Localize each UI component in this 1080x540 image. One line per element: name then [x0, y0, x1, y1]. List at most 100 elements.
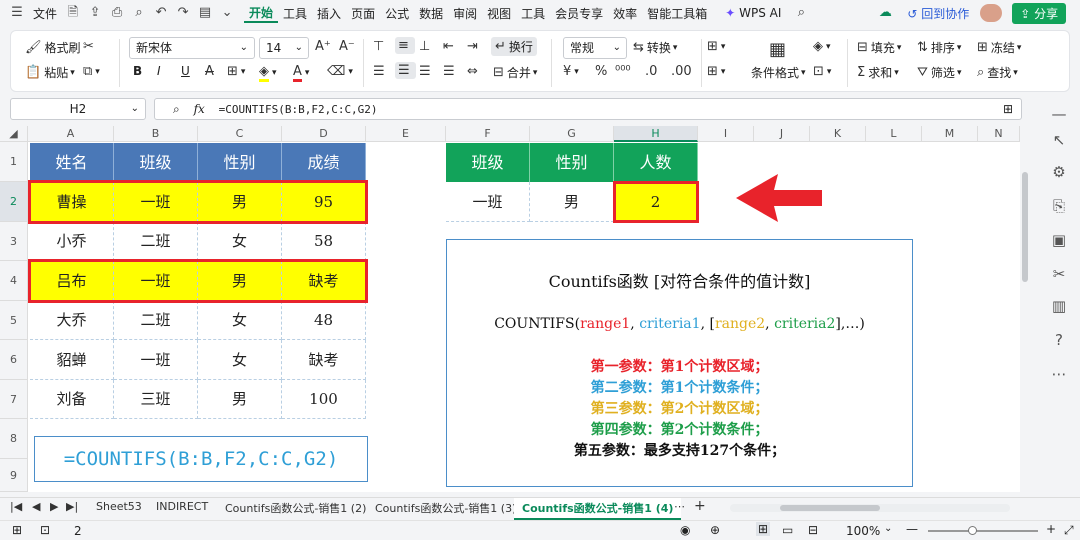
minus-icon[interactable]: — — [1050, 105, 1068, 123]
more-sheets-icon[interactable]: ⋯ — [674, 500, 685, 513]
decimal-decrease-button[interactable]: .00 — [671, 64, 695, 79]
column-header[interactable]: E — [366, 126, 446, 142]
table-cell[interactable]: 刘备 — [30, 380, 114, 419]
menu-icon[interactable]: ☰ — [8, 4, 26, 22]
border-button[interactable]: ⊞ ▾ — [227, 64, 245, 79]
merge-button[interactable]: ⊟ 合并 ▾ — [493, 64, 537, 81]
scrollbar-thumb[interactable] — [1022, 172, 1028, 282]
last-sheet-icon[interactable]: ▶| — [66, 500, 78, 513]
select-all-corner[interactable]: ◢ — [0, 126, 28, 142]
sheet-tab[interactable]: INDIRECT — [156, 500, 208, 513]
zoom-slider[interactable] — [928, 526, 1038, 535]
tab-view[interactable]: 视图 — [482, 5, 516, 22]
font-color-button[interactable]: A ▾ — [293, 64, 309, 82]
column-header[interactable]: K — [810, 126, 866, 142]
row-header[interactable]: 7 — [0, 380, 28, 419]
column-header[interactable]: J — [754, 126, 810, 142]
paste-button[interactable]: 📋 粘贴 ▾ — [25, 64, 75, 81]
tools-icon[interactable]: ✂ — [1050, 265, 1068, 283]
zoom-out-icon[interactable]: — — [906, 522, 918, 536]
column-header[interactable]: N — [978, 126, 1020, 142]
column-header[interactable]: L — [866, 126, 922, 142]
image-icon[interactable]: ▣ — [1050, 231, 1068, 249]
menu-file[interactable]: 文件 — [28, 5, 62, 22]
more-icon[interactable]: ⋯ — [1050, 365, 1068, 383]
cursor-icon[interactable]: ↖ — [1050, 131, 1068, 149]
settings-sliders-icon[interactable]: ⚙ — [1050, 163, 1068, 181]
currency-button[interactable]: ¥ ▾ — [563, 64, 579, 79]
dropdown-icon[interactable]: ⌄ — [218, 4, 236, 22]
align-left-button[interactable]: ☰ — [373, 64, 388, 79]
cond-format-icon-button[interactable]: ▦ — [769, 39, 789, 60]
percent-button[interactable]: % — [595, 64, 610, 79]
table-cell[interactable]: 100 — [282, 380, 366, 419]
thousands-button[interactable]: ⁰⁰⁰ — [615, 64, 634, 79]
tab-review[interactable]: 审阅 — [448, 5, 482, 22]
row-header[interactable]: 3 — [0, 222, 28, 261]
strikethrough-button[interactable]: A — [205, 64, 217, 79]
cloud-icon[interactable]: ☁ — [876, 4, 894, 22]
decimal-increase-button[interactable]: .0 — [645, 64, 660, 79]
row-header-selected[interactable]: 2 — [0, 182, 28, 222]
criteria-header-class[interactable]: 班级 — [446, 143, 530, 182]
increase-font-button[interactable]: A⁺ — [315, 39, 334, 54]
table-cell[interactable]: 一班 — [114, 340, 198, 380]
tab-insert[interactable]: 插入 — [312, 5, 346, 22]
next-sheet-icon[interactable]: ▶ — [50, 500, 58, 513]
paint-bucket-button[interactable]: ◈ ▾ — [813, 39, 831, 54]
align-bottom-button[interactable]: ⊥ — [419, 39, 433, 54]
sort-button[interactable]: ⇅ 排序 ▾ — [917, 39, 961, 56]
wps-ai-button[interactable]: ✦ WPS AI — [720, 6, 786, 20]
criteria-cell-gender[interactable]: 男 — [530, 182, 614, 222]
tab-tools[interactable]: 工具 — [278, 5, 312, 22]
fx-icon[interactable]: fx — [194, 102, 205, 116]
back-collab-button[interactable]: ↺ 回到协作 — [902, 5, 974, 22]
sheet-tab[interactable]: Sheet53 — [96, 500, 142, 513]
view-break-icon[interactable]: ⊟ — [808, 523, 818, 537]
tab-formula[interactable]: 公式 — [380, 5, 414, 22]
criteria-header-count[interactable]: 人数 — [614, 143, 698, 182]
page-icon[interactable]: ⎘ — [1050, 197, 1068, 215]
table-cell[interactable]: 小乔 — [30, 222, 114, 261]
column-header[interactable]: I — [698, 126, 754, 142]
column-header[interactable]: M — [922, 126, 978, 142]
decrease-font-button[interactable]: A⁻ — [339, 39, 358, 54]
table-header-class[interactable]: 班级 — [114, 143, 198, 182]
row-header[interactable]: 5 — [0, 301, 28, 340]
formula-input[interactable]: ⌕ fx =COUNTIFS(B:B,F2,C:C,G2) ⊞ — [154, 98, 1022, 120]
copy-button[interactable]: ⧉ ▾ — [83, 64, 100, 79]
font-name-select[interactable]: 新宋体 ⌄ — [129, 37, 255, 59]
row-header[interactable]: 8 — [0, 419, 28, 459]
book-icon[interactable]: ▥ — [1050, 297, 1068, 315]
criteria-header-gender[interactable]: 性别 — [530, 143, 614, 182]
column-header[interactable]: G — [530, 126, 614, 142]
table-header-gender[interactable]: 性别 — [198, 143, 282, 182]
tab-page[interactable]: 页面 — [346, 5, 380, 22]
italic-button[interactable]: I — [157, 64, 161, 78]
zoom-in-icon[interactable]: + — [1046, 522, 1056, 536]
row-header[interactable]: 9 — [0, 459, 28, 492]
align-middle-button[interactable]: ≡ — [395, 37, 415, 54]
table-style-button[interactable]: ⊞ ▾ — [707, 39, 725, 54]
distribute-button[interactable]: ⇔ — [467, 64, 481, 79]
view-page-icon[interactable]: ▭ — [782, 523, 793, 537]
freeze-button[interactable]: ⊞ 冻结 ▾ — [977, 39, 1021, 56]
font-size-select[interactable]: 14 ⌄ — [259, 37, 309, 59]
prev-sheet-icon[interactable]: ◀ — [32, 500, 40, 513]
fill-color-button[interactable]: ◈ ▾ — [259, 64, 277, 82]
scrollbar-thumb[interactable] — [780, 505, 880, 511]
cut-button[interactable]: ✂ — [83, 39, 97, 54]
print-icon[interactable]: ⎙ — [108, 4, 126, 22]
sum-button[interactable]: Σ 求和 ▾ — [857, 64, 899, 81]
zoom-slider-handle[interactable] — [968, 526, 977, 535]
help-icon[interactable]: ? — [1050, 331, 1068, 349]
wrap-button[interactable]: ↵ 换行 — [491, 37, 537, 56]
spreadsheet-grid[interactable]: ◢ A B C D E F G H I J K L M N 1 2 3 4 5 … — [0, 126, 1030, 492]
find-button[interactable]: ⌕ 查找 ▾ — [977, 64, 1018, 81]
clear-button[interactable]: ⌫ ▾ — [327, 64, 353, 79]
tab-member[interactable]: 会员专享 — [550, 5, 608, 22]
vertical-scrollbar[interactable] — [1020, 142, 1030, 492]
cond-format-button[interactable]: 条件格式 ▾ — [751, 64, 806, 81]
indent-decrease-button[interactable]: ⇤ — [443, 39, 457, 54]
export-icon[interactable]: ⇪ — [86, 4, 104, 22]
